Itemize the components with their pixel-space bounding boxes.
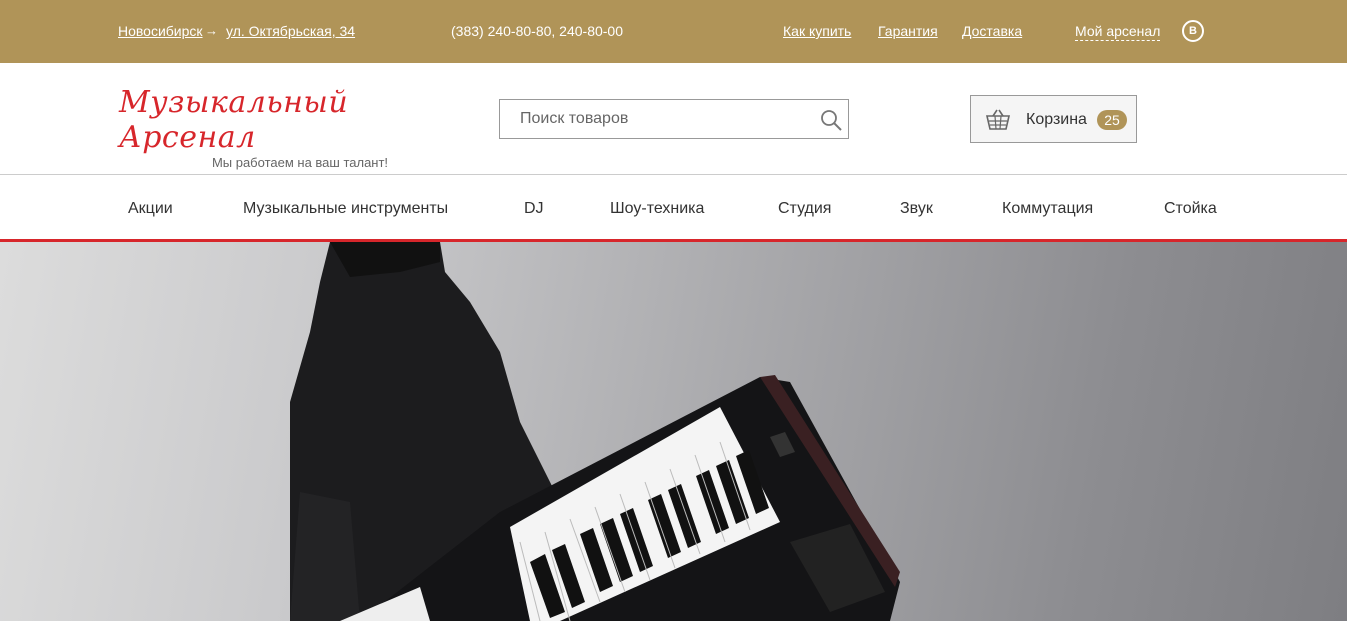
cart-count-badge: 25 (1097, 110, 1127, 130)
hero-banner[interactable] (0, 242, 1347, 621)
main-nav: Акции Музыкальные инструменты DJ Шоу-тех… (0, 174, 1347, 242)
logo-tagline: Мы работаем на ваш талант! (211, 155, 389, 170)
top-bar: Новосибирск → ул. Октябрьская, 34 (383) … (0, 0, 1347, 63)
logo-title: Музыкальный Арсенал (119, 85, 349, 155)
how-to-buy-link[interactable]: Как купить (783, 23, 851, 39)
search-box (499, 99, 849, 139)
vk-icon[interactable]: В (1182, 20, 1204, 42)
nav-item-cables[interactable]: Коммутация (1002, 200, 1093, 218)
nav-item-sound[interactable]: Звук (900, 200, 933, 218)
city-link[interactable]: Новосибирск (118, 23, 203, 39)
site-logo[interactable]: Музыкальный Арсенал Мы работаем на ваш т… (119, 85, 471, 170)
cart-label: Корзина (1026, 111, 1087, 128)
delivery-link[interactable]: Доставка (962, 23, 1022, 39)
warranty-link[interactable]: Гарантия (878, 23, 938, 39)
cart-button[interactable]: Корзина 25 (970, 95, 1137, 143)
address-link[interactable]: ул. Октябрьская, 34 (226, 23, 355, 39)
search-input[interactable] (500, 100, 848, 138)
nav-item-stands[interactable]: Стойка (1164, 200, 1217, 218)
my-account-link[interactable]: Мой арсенал (1075, 23, 1161, 41)
nav-item-promotions[interactable]: Акции (128, 200, 173, 218)
basket-icon (985, 109, 1011, 130)
arrow-right-icon: → (205, 23, 218, 38)
nav-item-dj[interactable]: DJ (524, 200, 544, 218)
hero-image (290, 242, 900, 621)
nav-item-instruments[interactable]: Музыкальные инструменты (243, 200, 448, 218)
nav-item-studio[interactable]: Студия (778, 200, 831, 218)
search-icon[interactable] (819, 108, 843, 132)
phone-numbers: (383) 240-80-80, 240-80-00 (451, 23, 624, 39)
nav-item-show-equipment[interactable]: Шоу-техника (610, 200, 704, 218)
